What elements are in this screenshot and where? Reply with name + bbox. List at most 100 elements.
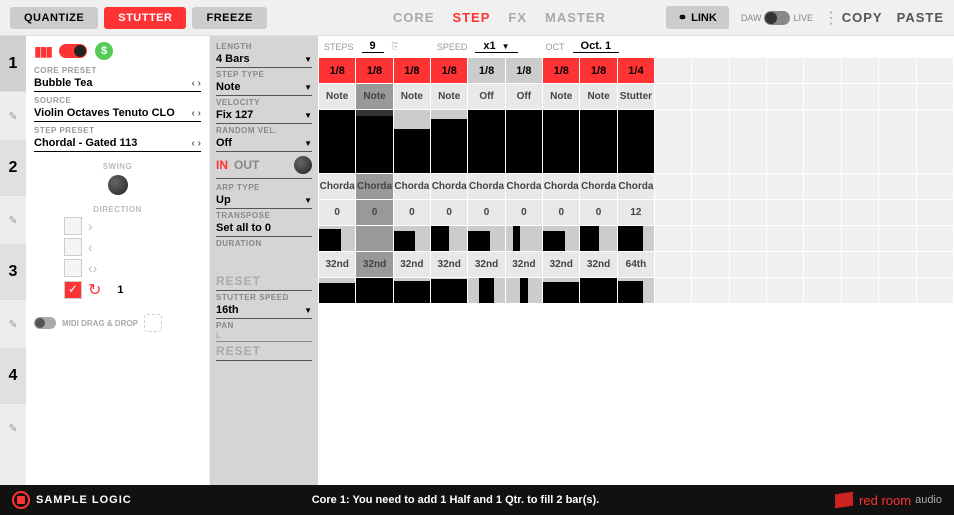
seq-cell[interactable]: Note — [356, 84, 393, 110]
seq-cell[interactable]: 0 — [505, 200, 542, 226]
dir-loop-check[interactable] — [64, 281, 82, 299]
seq-cell[interactable] — [356, 110, 393, 174]
seq-cell[interactable]: Note — [393, 84, 430, 110]
seq-cell[interactable]: 32nd — [505, 252, 542, 278]
seq-cell[interactable] — [468, 278, 505, 304]
midi-drag-toggle[interactable] — [34, 317, 56, 329]
dir-back-check[interactable] — [64, 238, 82, 256]
freeze-button[interactable]: FREEZE — [192, 7, 266, 29]
edit-core-4[interactable]: ✎ — [0, 404, 26, 452]
seq-cell[interactable] — [319, 278, 356, 304]
seq-cell[interactable] — [393, 226, 430, 252]
core-1[interactable]: 1 — [0, 36, 26, 92]
seq-cell[interactable] — [431, 278, 468, 304]
tab-master[interactable]: MASTER — [545, 10, 606, 25]
seq-cell[interactable] — [580, 226, 617, 252]
seq-cell[interactable]: 0 — [431, 200, 468, 226]
seq-cell[interactable] — [505, 278, 542, 304]
seq-cell[interactable] — [617, 110, 654, 174]
seq-cell[interactable] — [580, 278, 617, 304]
seq-cell[interactable]: 1/4 — [617, 58, 654, 84]
seq-cell[interactable]: Note — [319, 84, 356, 110]
seq-cell[interactable]: 1/8 — [356, 58, 393, 84]
seq-cell[interactable]: 32nd — [580, 252, 617, 278]
seq-cell[interactable]: 1/8 — [393, 58, 430, 84]
link-button[interactable]: ⚭LINK — [666, 6, 729, 29]
seq-cell[interactable]: 0 — [580, 200, 617, 226]
seq-cell[interactable]: 1/8 — [543, 58, 580, 84]
in-button[interactable]: IN — [216, 158, 228, 172]
midi-drop-target[interactable] — [144, 314, 162, 332]
oct-select[interactable]: Oct. 1 — [573, 40, 620, 53]
seq-cell[interactable]: 0 — [393, 200, 430, 226]
seq-cell[interactable] — [431, 110, 468, 174]
core-power-toggle[interactable] — [59, 44, 87, 58]
seq-cell[interactable]: 32nd — [543, 252, 580, 278]
tab-fx[interactable]: FX — [508, 10, 527, 25]
seq-cell[interactable]: Chorda — [617, 174, 654, 200]
seq-cell[interactable]: 32nd — [356, 252, 393, 278]
seq-cell[interactable] — [580, 110, 617, 174]
seq-cell[interactable]: 1/8 — [468, 58, 505, 84]
seq-cell[interactable]: 1/8 — [319, 58, 356, 84]
source-select[interactable]: Violin Octaves Tenuto CLO‹ › — [34, 105, 201, 122]
transpose-select[interactable]: Set all to 0 — [216, 220, 312, 237]
daw-live-toggle[interactable]: DAW LIVE — [741, 11, 813, 25]
seq-cell[interactable]: Chorda — [393, 174, 430, 200]
inout-knob[interactable] — [294, 156, 312, 174]
seq-cell[interactable] — [468, 110, 505, 174]
seq-cell[interactable]: Note — [543, 84, 580, 110]
arptype-select[interactable]: Up▼ — [216, 192, 312, 209]
stutter-button[interactable]: STUTTER — [104, 7, 186, 29]
edit-core-2[interactable]: ✎ — [0, 196, 26, 244]
core-preset-select[interactable]: Bubble Tea‹ › — [34, 75, 201, 92]
core-2[interactable]: 2 — [0, 140, 26, 196]
seq-cell[interactable]: 64th — [617, 252, 654, 278]
edit-core-3[interactable]: ✎ — [0, 300, 26, 348]
seq-cell[interactable] — [393, 278, 430, 304]
seq-cell[interactable]: 32nd — [393, 252, 430, 278]
seq-cell[interactable]: Chorda — [356, 174, 393, 200]
step-preset-select[interactable]: Chordal - Gated 113‹ › — [34, 135, 201, 152]
seq-cell[interactable]: 1/8 — [505, 58, 542, 84]
seq-cell[interactable] — [543, 226, 580, 252]
seq-cell[interactable]: Chorda — [580, 174, 617, 200]
reset-pan-button[interactable]: RESET — [216, 342, 312, 361]
seq-cell[interactable] — [543, 110, 580, 174]
steps-input[interactable]: 9 — [362, 40, 384, 53]
tab-step[interactable]: STEP — [452, 10, 490, 25]
seq-cell[interactable]: 32nd — [319, 252, 356, 278]
out-button[interactable]: OUT — [234, 158, 259, 172]
seq-cell[interactable]: 1/8 — [431, 58, 468, 84]
quantize-button[interactable]: QUANTIZE — [10, 7, 98, 29]
seq-cell[interactable]: Chorda — [431, 174, 468, 200]
velocity-select[interactable]: Fix 127▼ — [216, 107, 312, 124]
seq-cell[interactable]: 32nd — [431, 252, 468, 278]
seq-cell[interactable]: 0 — [319, 200, 356, 226]
seq-cell[interactable] — [543, 278, 580, 304]
dir-fwd-check[interactable] — [64, 217, 82, 235]
seq-cell[interactable]: 32nd — [468, 252, 505, 278]
economy-icon[interactable]: $ — [95, 42, 113, 60]
seq-cell[interactable]: 0 — [543, 200, 580, 226]
seq-cell[interactable]: Off — [505, 84, 542, 110]
more-menu[interactable]: ⋮ — [823, 8, 839, 28]
stutterspeed-select[interactable]: 16th▼ — [216, 302, 312, 319]
core-4[interactable]: 4 — [0, 348, 26, 404]
seq-cell[interactable]: 0 — [468, 200, 505, 226]
seq-table[interactable]: 1/81/81/81/81/81/81/81/81/4NoteNoteNoteN… — [318, 57, 954, 304]
seq-cell[interactable]: Note — [431, 84, 468, 110]
copy-button[interactable]: COPY — [842, 10, 883, 25]
seq-cell[interactable] — [319, 226, 356, 252]
seq-cell[interactable] — [393, 110, 430, 174]
length-select[interactable]: 4 Bars▼ — [216, 51, 312, 68]
seq-cell[interactable] — [617, 226, 654, 252]
seq-cell[interactable]: 1/8 — [580, 58, 617, 84]
copy-steps-icon[interactable]: ⎘ — [392, 41, 399, 52]
seq-cell[interactable] — [356, 226, 393, 252]
dir-pingpong-check[interactable] — [64, 259, 82, 277]
reset-duration-button[interactable]: RESET — [216, 272, 312, 291]
seq-cell[interactable]: Chorda — [505, 174, 542, 200]
edit-core-1[interactable]: ✎ — [0, 92, 26, 140]
seq-cell[interactable]: Stutter — [617, 84, 654, 110]
